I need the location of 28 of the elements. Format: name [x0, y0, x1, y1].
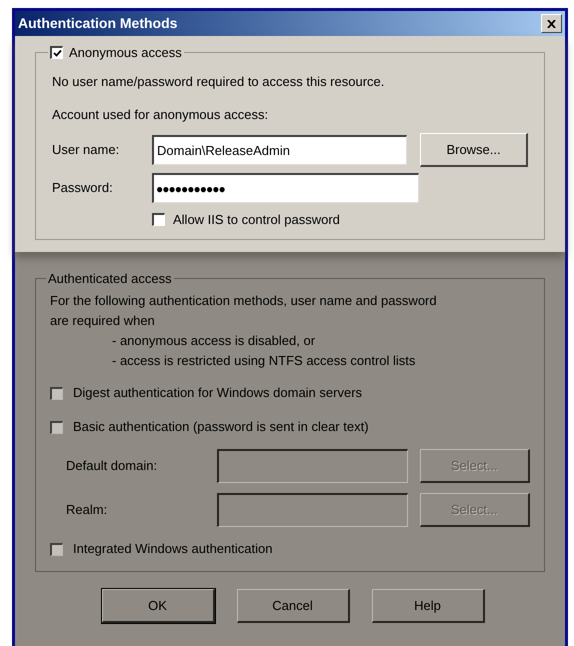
dialog-button[interactable]: Cancel — [236, 589, 350, 623]
checkbox-label[interactable]: Integrated Windows authentication — [73, 539, 272, 559]
dialog-button[interactable]: OK — [102, 589, 214, 623]
close-button[interactable] — [541, 14, 562, 33]
checkbox-label[interactable]: Basic authentication (password is sent in clear text) — [73, 417, 369, 437]
checkbox[interactable] — [50, 46, 63, 60]
dialog-button[interactable]: Help — [372, 589, 484, 623]
field-label: Realm: — [66, 501, 108, 520]
checkbox[interactable] — [152, 213, 165, 226]
checkbox[interactable] — [50, 542, 63, 556]
field-label: Default domain: — [66, 457, 158, 476]
description-text: For the following authentication methods, user name and password are required when — [50, 292, 438, 330]
browse-button[interactable]: Browse... — [420, 133, 528, 167]
checkbox-label[interactable]: Allow IIS to control password — [173, 210, 340, 230]
window-title: Authentication Methods — [18, 14, 178, 33]
account-label: Account used for anonymous access: — [52, 106, 270, 124]
checkbox-label[interactable]: Anonymous access — [69, 43, 182, 62]
condition-text: - anonymous access is disabled, or — [112, 332, 316, 350]
description-text: No user name/password required to access this resource. — [52, 73, 386, 91]
field-label: User name: — [52, 141, 120, 160]
checkbox[interactable] — [50, 420, 63, 434]
user-name-field[interactable]: Domain\ReleaseAdmin — [152, 135, 408, 165]
field-label: Password: — [52, 179, 114, 198]
password-field[interactable]: ●●●●●●●●●●● — [152, 173, 419, 203]
condition-text: - access is restricted using NTFS access control lists — [112, 352, 416, 370]
checkbox-label[interactable]: Digest authentication for Windows domain servers — [73, 383, 362, 403]
close-icon — [547, 20, 556, 28]
checkbox[interactable] — [50, 386, 63, 400]
